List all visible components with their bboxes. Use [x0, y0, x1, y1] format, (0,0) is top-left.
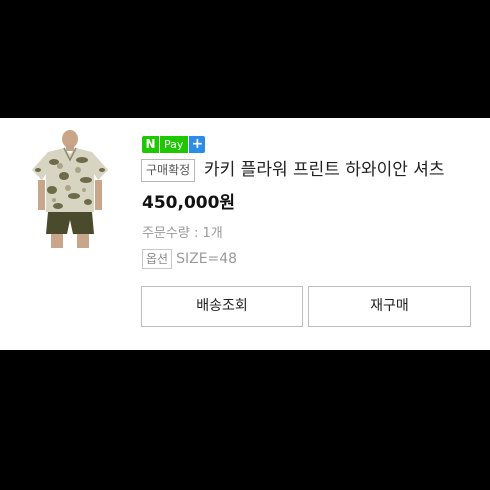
- option-value: SIZE=48: [176, 251, 238, 267]
- plus-icon: +: [189, 136, 206, 153]
- product-name[interactable]: 카키 플라워 프린트 하와이안 셔츠: [204, 158, 445, 182]
- product-photo: [24, 130, 116, 248]
- track-delivery-button[interactable]: 배송조회: [141, 286, 303, 327]
- order-status-badge: 구매확정: [141, 159, 196, 182]
- option-label: 옵션: [142, 249, 173, 269]
- option-row: 옵션 SIZE=48: [142, 249, 237, 269]
- product-price: 450,000원: [142, 193, 236, 213]
- order-card: N Pay + 구매확정 카키 플라워 프린트 하와이안 셔츠 450,000원…: [0, 118, 490, 350]
- naver-n-icon: N: [142, 136, 160, 153]
- reorder-button[interactable]: 재구매: [308, 286, 471, 327]
- npay-badge: N Pay +: [142, 136, 206, 153]
- order-quantity: 주문수량 : 1개: [142, 226, 223, 241]
- pay-label: Pay: [160, 136, 189, 153]
- product-thumbnail[interactable]: [24, 130, 116, 248]
